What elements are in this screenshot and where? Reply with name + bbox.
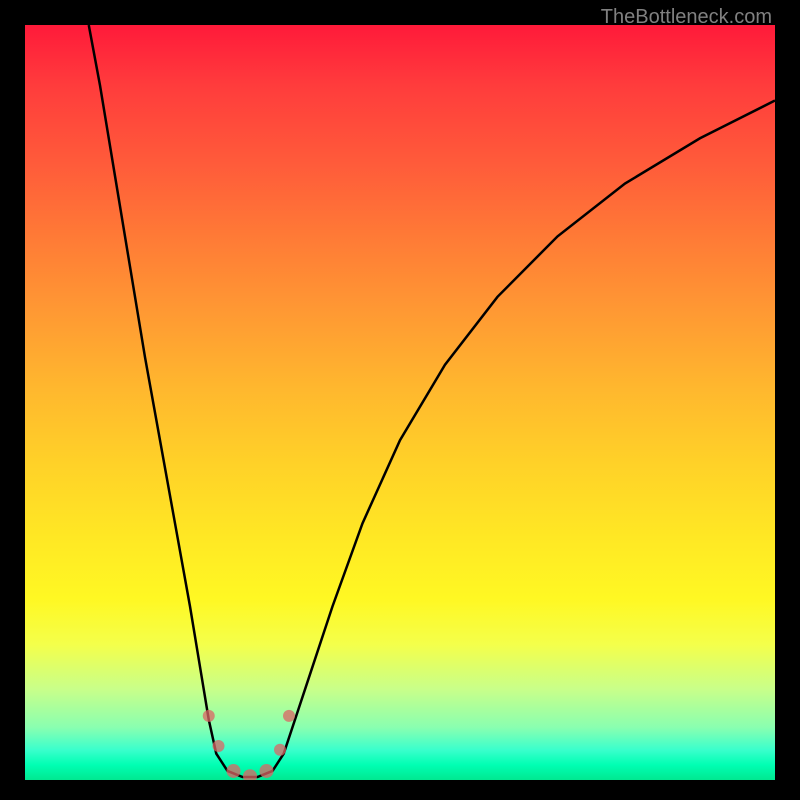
chart-container: TheBottleneck.com <box>0 0 800 800</box>
data-marker <box>203 710 215 722</box>
data-markers <box>203 710 295 780</box>
data-marker <box>283 710 295 722</box>
data-marker <box>260 764 274 778</box>
bottleneck-curve <box>89 25 775 777</box>
chart-svg <box>25 25 775 780</box>
data-marker <box>274 744 286 756</box>
watermark-text: TheBottleneck.com <box>601 6 772 29</box>
data-marker <box>227 764 241 778</box>
data-marker <box>213 740 225 752</box>
data-marker <box>243 769 257 780</box>
